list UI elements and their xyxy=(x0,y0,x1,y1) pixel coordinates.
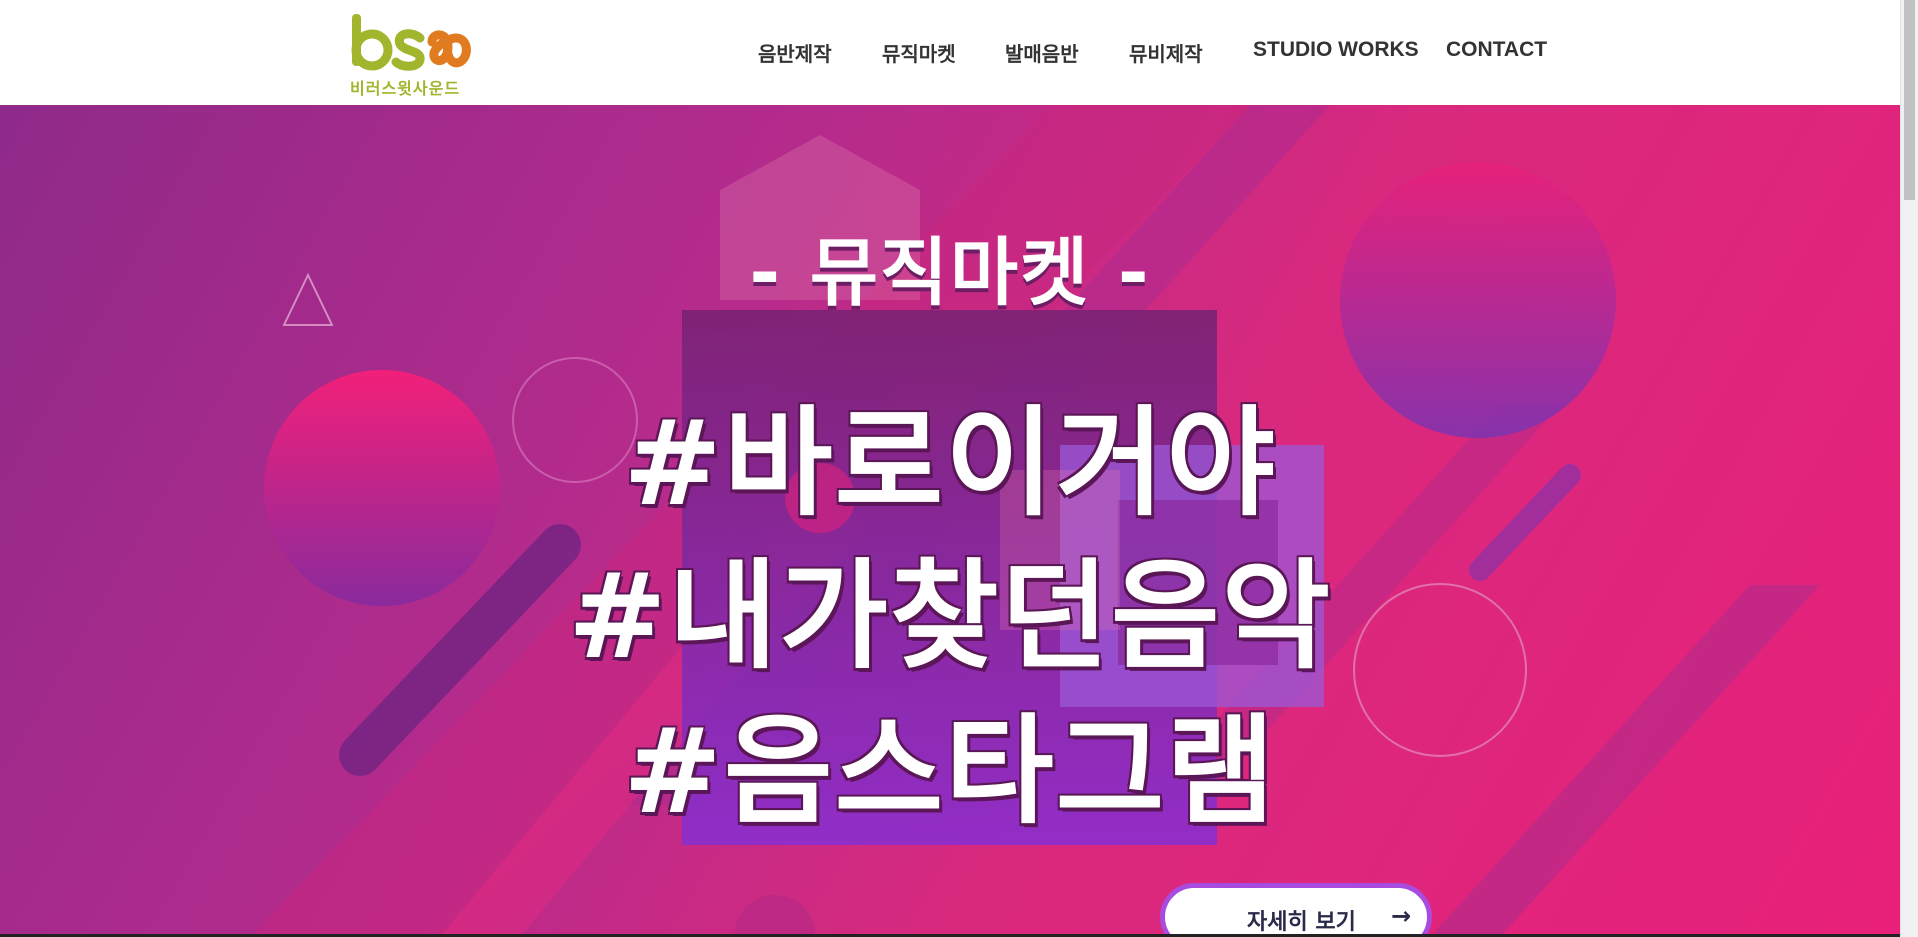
nav-item-studio-works[interactable]: STUDIO WORKS xyxy=(1253,38,1419,62)
nav-item-music-market[interactable]: 뮤직마켓 xyxy=(882,38,956,67)
nav-item-contact[interactable]: CONTACT xyxy=(1446,38,1547,62)
view-details-label: 자세히 보기 xyxy=(1247,910,1356,935)
scrollbar-thumb[interactable] xyxy=(1904,0,1915,200)
nav-item-released-albums[interactable]: 발매음반 xyxy=(1005,38,1079,67)
vertical-scrollbar[interactable] xyxy=(1900,0,1918,937)
nav-item-mv-production[interactable]: 뮤비제작 xyxy=(1129,38,1203,67)
hero-subtitle: - 뮤직마켓 - xyxy=(749,230,1151,316)
hero-banner: - 뮤직마켓 - #바로이거야 #내가찾던음악 #음스타그램 자세히 보기 → xyxy=(0,105,1900,937)
view-details-button[interactable]: 자세히 보기 → xyxy=(1160,883,1432,937)
hero-hashtag-1: #바로이거야 xyxy=(623,394,1277,532)
site-logo[interactable]: 비러스윗사운드 xyxy=(348,12,478,98)
logo-text: 비러스윗사운드 xyxy=(350,79,461,98)
nav-item-album-production[interactable]: 음반제작 xyxy=(758,38,832,67)
hero-hashtag-2: #내가찾던음악 xyxy=(567,547,1333,685)
page: 비러스윗사운드 음반제작 뮤직마켓 발매음반 뮤비제작 STUDIO WORKS… xyxy=(0,0,1918,937)
logo-mark-icon xyxy=(351,14,471,71)
hero-hashtag-3: #음스타그램 xyxy=(623,702,1277,840)
site-header: 비러스윗사운드 음반제작 뮤직마켓 발매음반 뮤비제작 STUDIO WORKS… xyxy=(0,0,1900,105)
arrow-right-icon: → xyxy=(1391,902,1412,930)
